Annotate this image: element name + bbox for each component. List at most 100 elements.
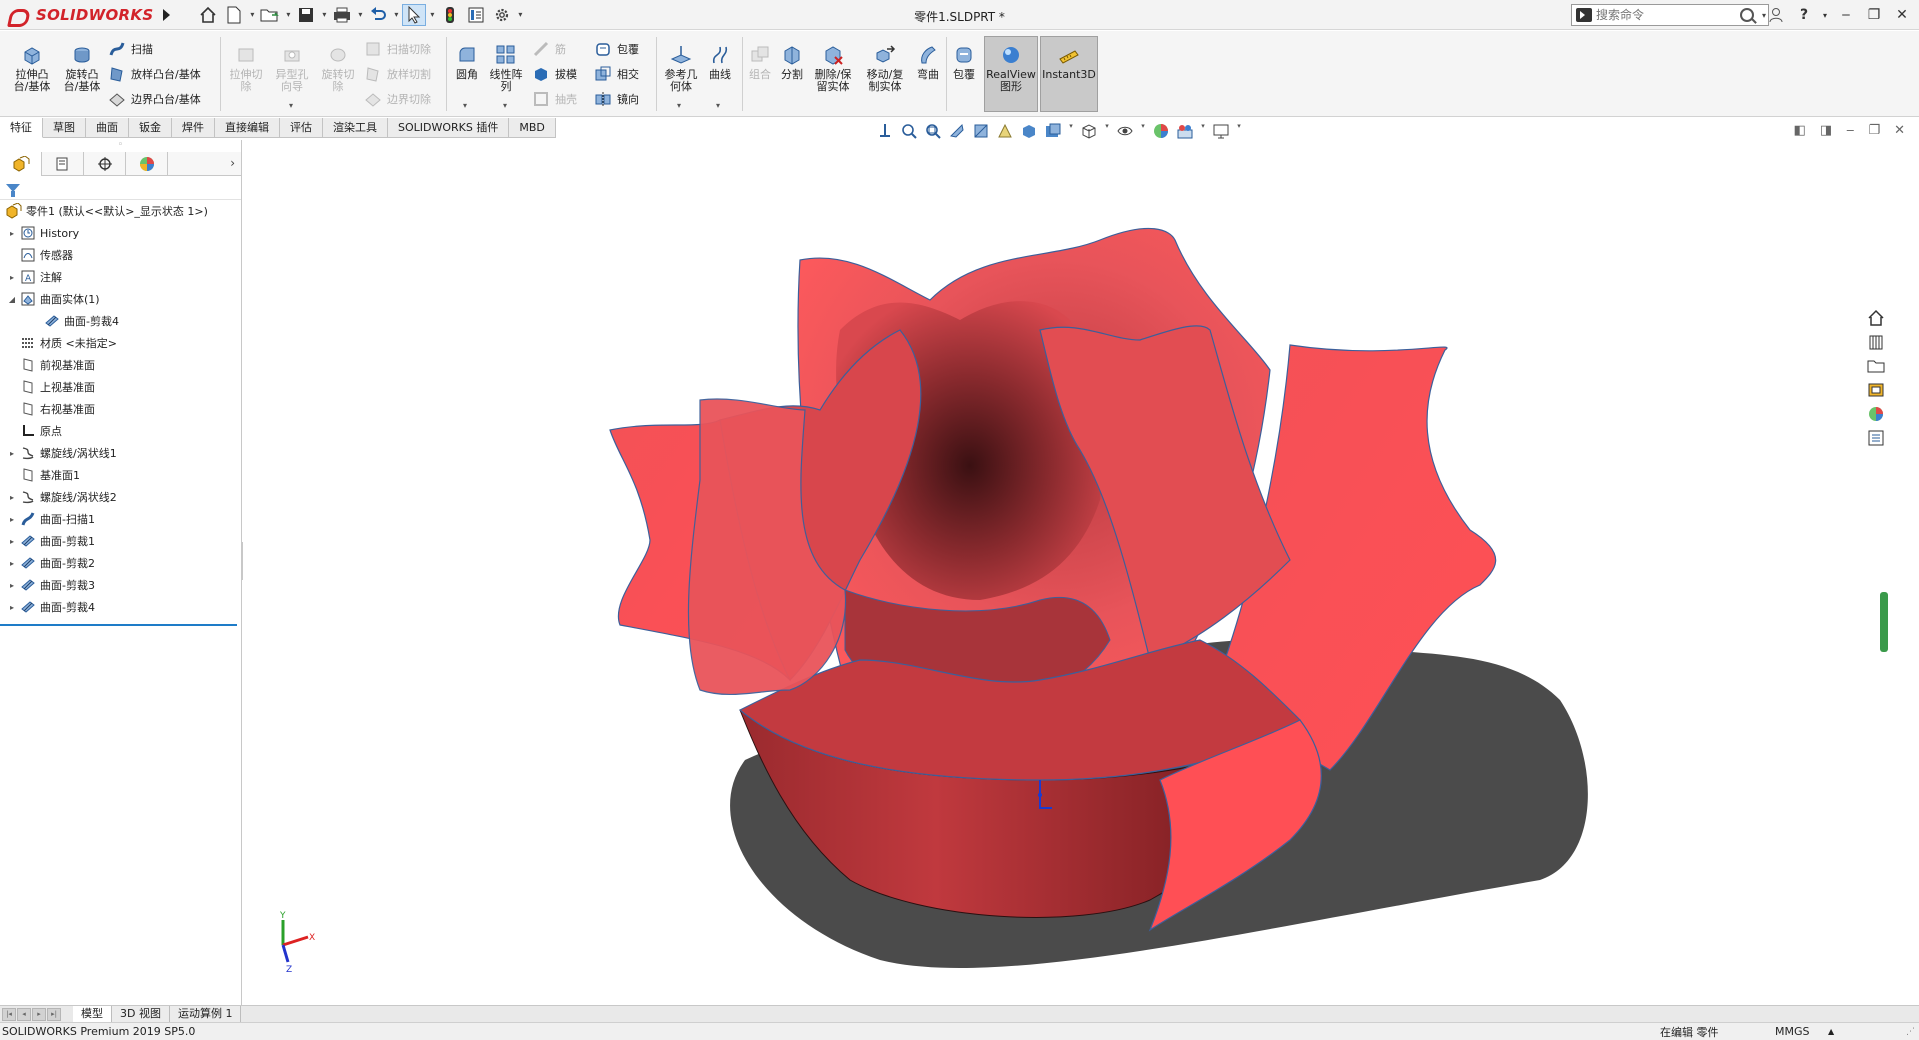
lofted-cut-button[interactable]: 放样切割: [364, 64, 431, 84]
display-manager-tab[interactable]: [126, 152, 168, 176]
more-tabs-chevron-icon[interactable]: ›: [230, 156, 235, 170]
options-gear-icon[interactable]: [490, 4, 514, 26]
tab-9[interactable]: MBD: [509, 118, 556, 138]
restore-icon[interactable]: ❐: [1863, 4, 1885, 26]
boundary-cut-button[interactable]: 边界切除: [364, 89, 431, 109]
search-box[interactable]: ▾: [1571, 4, 1769, 26]
design-library-icon[interactable]: [1866, 332, 1886, 352]
filter-funnel-icon[interactable]: [6, 183, 20, 197]
unit-system[interactable]: MMGS: [1775, 1025, 1810, 1038]
revolve-cut-button[interactable]: 旋转切 除: [316, 43, 360, 93]
viewport-restore-icon[interactable]: ❐: [1868, 123, 1880, 138]
delete-keep-body-button[interactable]: 删除/保 留实体: [808, 43, 858, 93]
expand-arrow-icon[interactable]: ▸: [6, 229, 18, 238]
close-icon[interactable]: ✕: [1891, 4, 1913, 26]
monitor-dropdown-icon[interactable]: ▾: [1236, 122, 1242, 140]
save-dropdown-icon[interactable]: ▾: [320, 4, 328, 26]
select-dropdown-icon[interactable]: ▾: [428, 4, 436, 26]
tree-item[interactable]: 传感器: [0, 244, 241, 266]
tree-item[interactable]: 曲面-剪裁4: [0, 310, 241, 332]
view-orientation-cube-icon[interactable]: [1020, 122, 1038, 140]
undo-icon[interactable]: [366, 4, 390, 26]
print-icon[interactable]: [330, 4, 354, 26]
search-input[interactable]: [1596, 8, 1736, 22]
expand-arrow-icon[interactable]: ▸: [6, 515, 18, 524]
help-icon[interactable]: ?: [1793, 4, 1815, 26]
hide-show-dropdown-icon[interactable]: ▾: [1104, 122, 1110, 140]
tree-item[interactable]: 材质 <未指定>: [0, 332, 241, 354]
display-style-icon[interactable]: [1044, 122, 1062, 140]
tree-item[interactable]: ▸ A 注解: [0, 266, 241, 288]
open-dropdown-icon[interactable]: ▾: [284, 4, 292, 26]
tree-item[interactable]: 原点: [0, 420, 241, 442]
hole-wizard-button[interactable]: 异型孔 向导: [270, 43, 314, 93]
fillet-button[interactable]: 圆角: [450, 43, 484, 81]
expand-arrow-icon[interactable]: ▸: [6, 493, 18, 502]
instant3d-button[interactable]: Instant3D: [1040, 36, 1098, 112]
display-style-dropdown-icon[interactable]: ▾: [1068, 122, 1074, 140]
realview-graphics-button[interactable]: RealView 图形: [984, 36, 1038, 112]
apply-scene-icon[interactable]: [1152, 122, 1170, 140]
loft-boss-button[interactable]: 放样凸台/基体: [108, 64, 201, 84]
minimize-icon[interactable]: ‒: [1835, 4, 1857, 26]
view-palette-icon[interactable]: [1866, 380, 1886, 400]
tab-5[interactable]: 直接编辑: [215, 118, 280, 138]
user-icon[interactable]: [1765, 4, 1787, 26]
view-settings-dropdown-icon[interactable]: ▾: [1200, 122, 1206, 140]
tree-item[interactable]: ▸ 曲面-剪裁1: [0, 530, 241, 552]
tree-item[interactable]: ▸ 螺旋线/涡状线2: [0, 486, 241, 508]
tab-4[interactable]: 焊件: [172, 118, 215, 138]
move-copy-body-button[interactable]: 移动/复 制实体: [860, 43, 910, 93]
tab-3[interactable]: 钣金: [129, 118, 172, 138]
wrap-button[interactable]: 包覆: [594, 39, 639, 59]
expand-arrow-icon[interactable]: ▸: [6, 581, 18, 590]
tab-6[interactable]: 评估: [280, 118, 323, 138]
tab-8[interactable]: SOLIDWORKS 插件: [388, 118, 510, 138]
solidworks-resources-home-icon[interactable]: [1866, 308, 1886, 328]
linear-pattern-button[interactable]: 线性阵 列: [486, 43, 526, 93]
hole-wizard-dropdown-icon[interactable]: ▾: [289, 101, 293, 110]
collapse-arrow-icon[interactable]: ◢: [6, 295, 18, 304]
new-document-icon[interactable]: [222, 4, 246, 26]
combine-button[interactable]: 组合: [744, 43, 776, 81]
tab-7[interactable]: 渲染工具: [323, 118, 388, 138]
configuration-manager-tab[interactable]: [84, 152, 126, 176]
previous-view-icon[interactable]: [948, 122, 966, 140]
rollback-bar[interactable]: [0, 624, 237, 626]
pattern-dropdown-icon[interactable]: ▾: [503, 101, 507, 110]
view-settings-icon[interactable]: [1176, 122, 1194, 140]
solidworks-logo[interactable]: SOLIDWORKS: [0, 0, 178, 30]
dynamic-annotation-icon[interactable]: [996, 122, 1014, 140]
expand-arrow-icon[interactable]: ▸: [6, 273, 18, 282]
tree-item[interactable]: 上视基准面: [0, 376, 241, 398]
tab-2[interactable]: 曲面: [86, 118, 129, 138]
tree-item[interactable]: 右视基准面: [0, 398, 241, 420]
bottom-tab-2[interactable]: 运动算例 1: [169, 1006, 242, 1022]
save-icon[interactable]: [294, 4, 318, 26]
sweep-button[interactable]: 扫描: [108, 39, 153, 59]
help-dropdown-icon[interactable]: ▾: [1821, 4, 1829, 26]
tree-item[interactable]: 前视基准面: [0, 354, 241, 376]
edit-appearance-icon[interactable]: [1116, 122, 1134, 140]
options-dropdown-icon[interactable]: ▾: [516, 4, 524, 26]
shell-button[interactable]: 抽壳: [532, 89, 577, 109]
hide-show-items-icon[interactable]: [1080, 122, 1098, 140]
search-icon[interactable]: [1740, 8, 1754, 22]
bottom-tab-0[interactable]: 模型: [73, 1006, 112, 1022]
graphics-area[interactable]: Y X Z: [243, 140, 1890, 1008]
revolve-boss-button[interactable]: 旋转凸 台/基体: [58, 43, 106, 93]
select-pointer-icon[interactable]: [402, 3, 427, 26]
view-orientation-triad-icon[interactable]: [876, 122, 894, 140]
tree-item[interactable]: ▸ History: [0, 222, 241, 244]
zoom-slider-indicator[interactable]: [1880, 592, 1888, 652]
rib-button[interactable]: 筋: [532, 39, 566, 59]
tree-item[interactable]: ▸ 曲面-剪裁2: [0, 552, 241, 574]
unit-system-arrow-icon[interactable]: ▲: [1828, 1027, 1834, 1036]
tab-1[interactable]: 草图: [43, 118, 86, 138]
tab-0[interactable]: 特征: [0, 118, 43, 138]
monitor-display-icon[interactable]: [1212, 122, 1230, 140]
expand-arrow-icon[interactable]: ▸: [6, 559, 18, 568]
viewport-close-icon[interactable]: ✕: [1894, 123, 1905, 138]
print-dropdown-icon[interactable]: ▾: [356, 4, 364, 26]
tree-item[interactable]: 基准面1: [0, 464, 241, 486]
